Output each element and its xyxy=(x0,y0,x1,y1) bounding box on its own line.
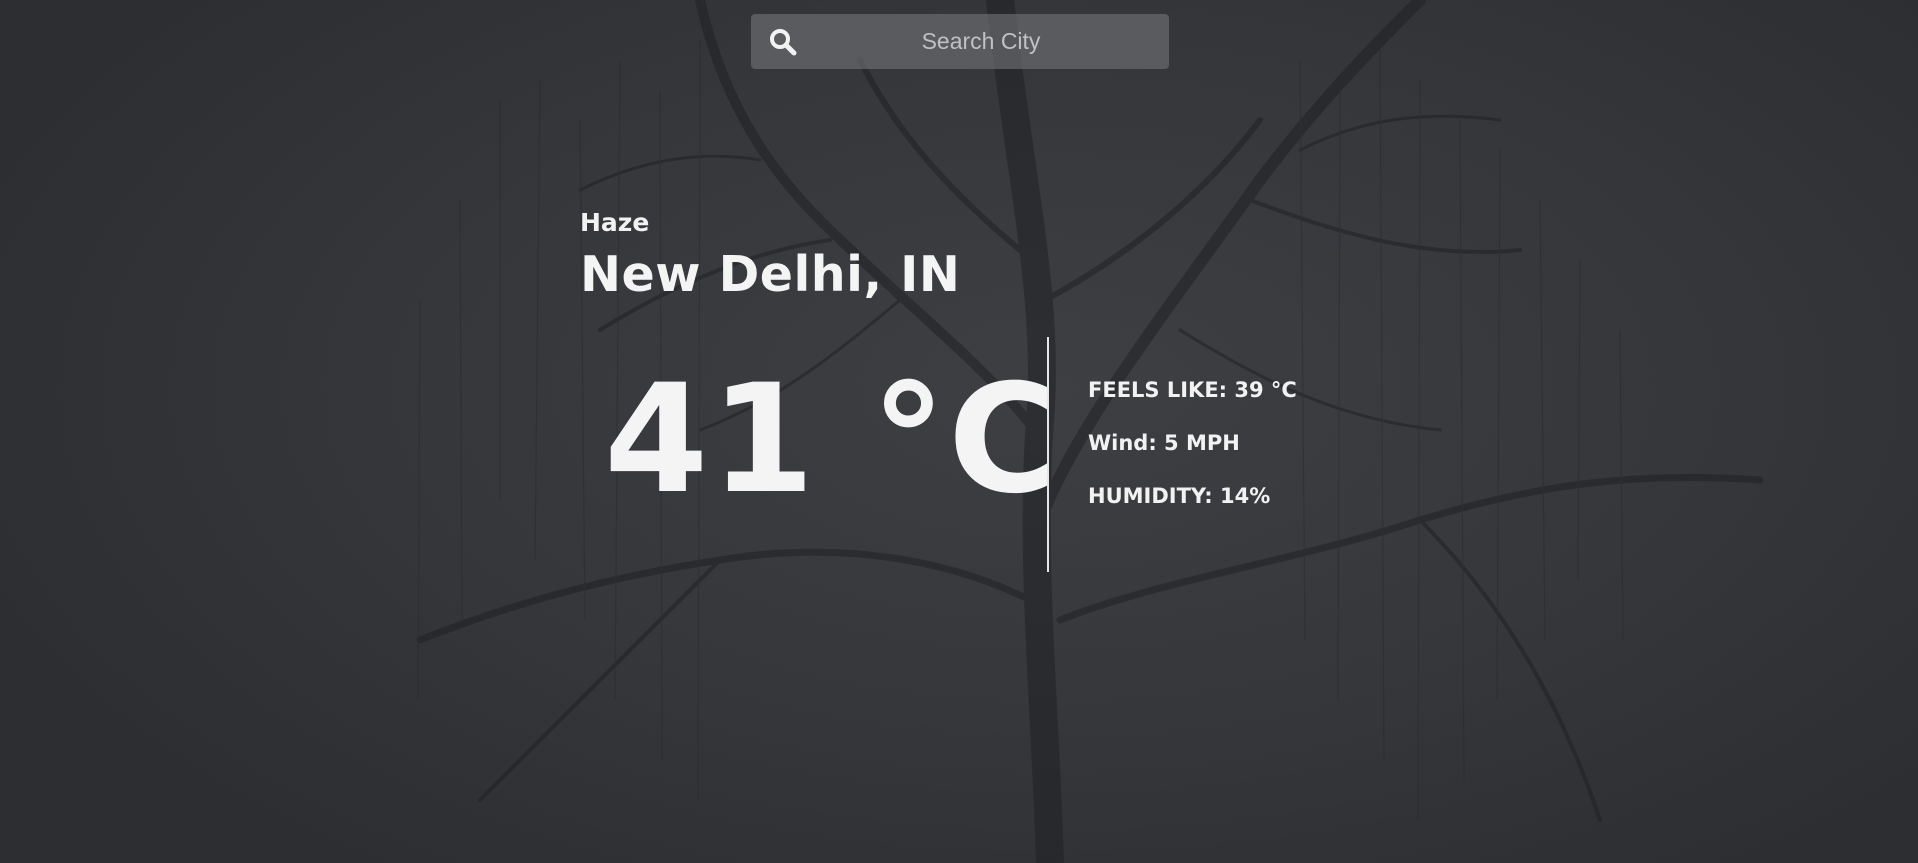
divider xyxy=(1047,337,1049,572)
feels-like: FEELS LIKE: 39 °C xyxy=(1088,378,1297,402)
search-bar xyxy=(751,14,1169,69)
wind-speed: Wind: 5 MPH xyxy=(1088,431,1240,455)
weather-condition: Haze xyxy=(580,208,650,237)
weather-details: FEELS LIKE: 39 °C Wind: 5 MPH HUMIDITY: … xyxy=(1088,375,1297,534)
search-input[interactable] xyxy=(811,14,1151,69)
humidity: HUMIDITY: 14% xyxy=(1088,484,1271,508)
city-name: New Delhi, IN xyxy=(580,246,961,303)
search-icon[interactable] xyxy=(769,28,797,56)
temperature: 41 °C xyxy=(604,353,1061,527)
